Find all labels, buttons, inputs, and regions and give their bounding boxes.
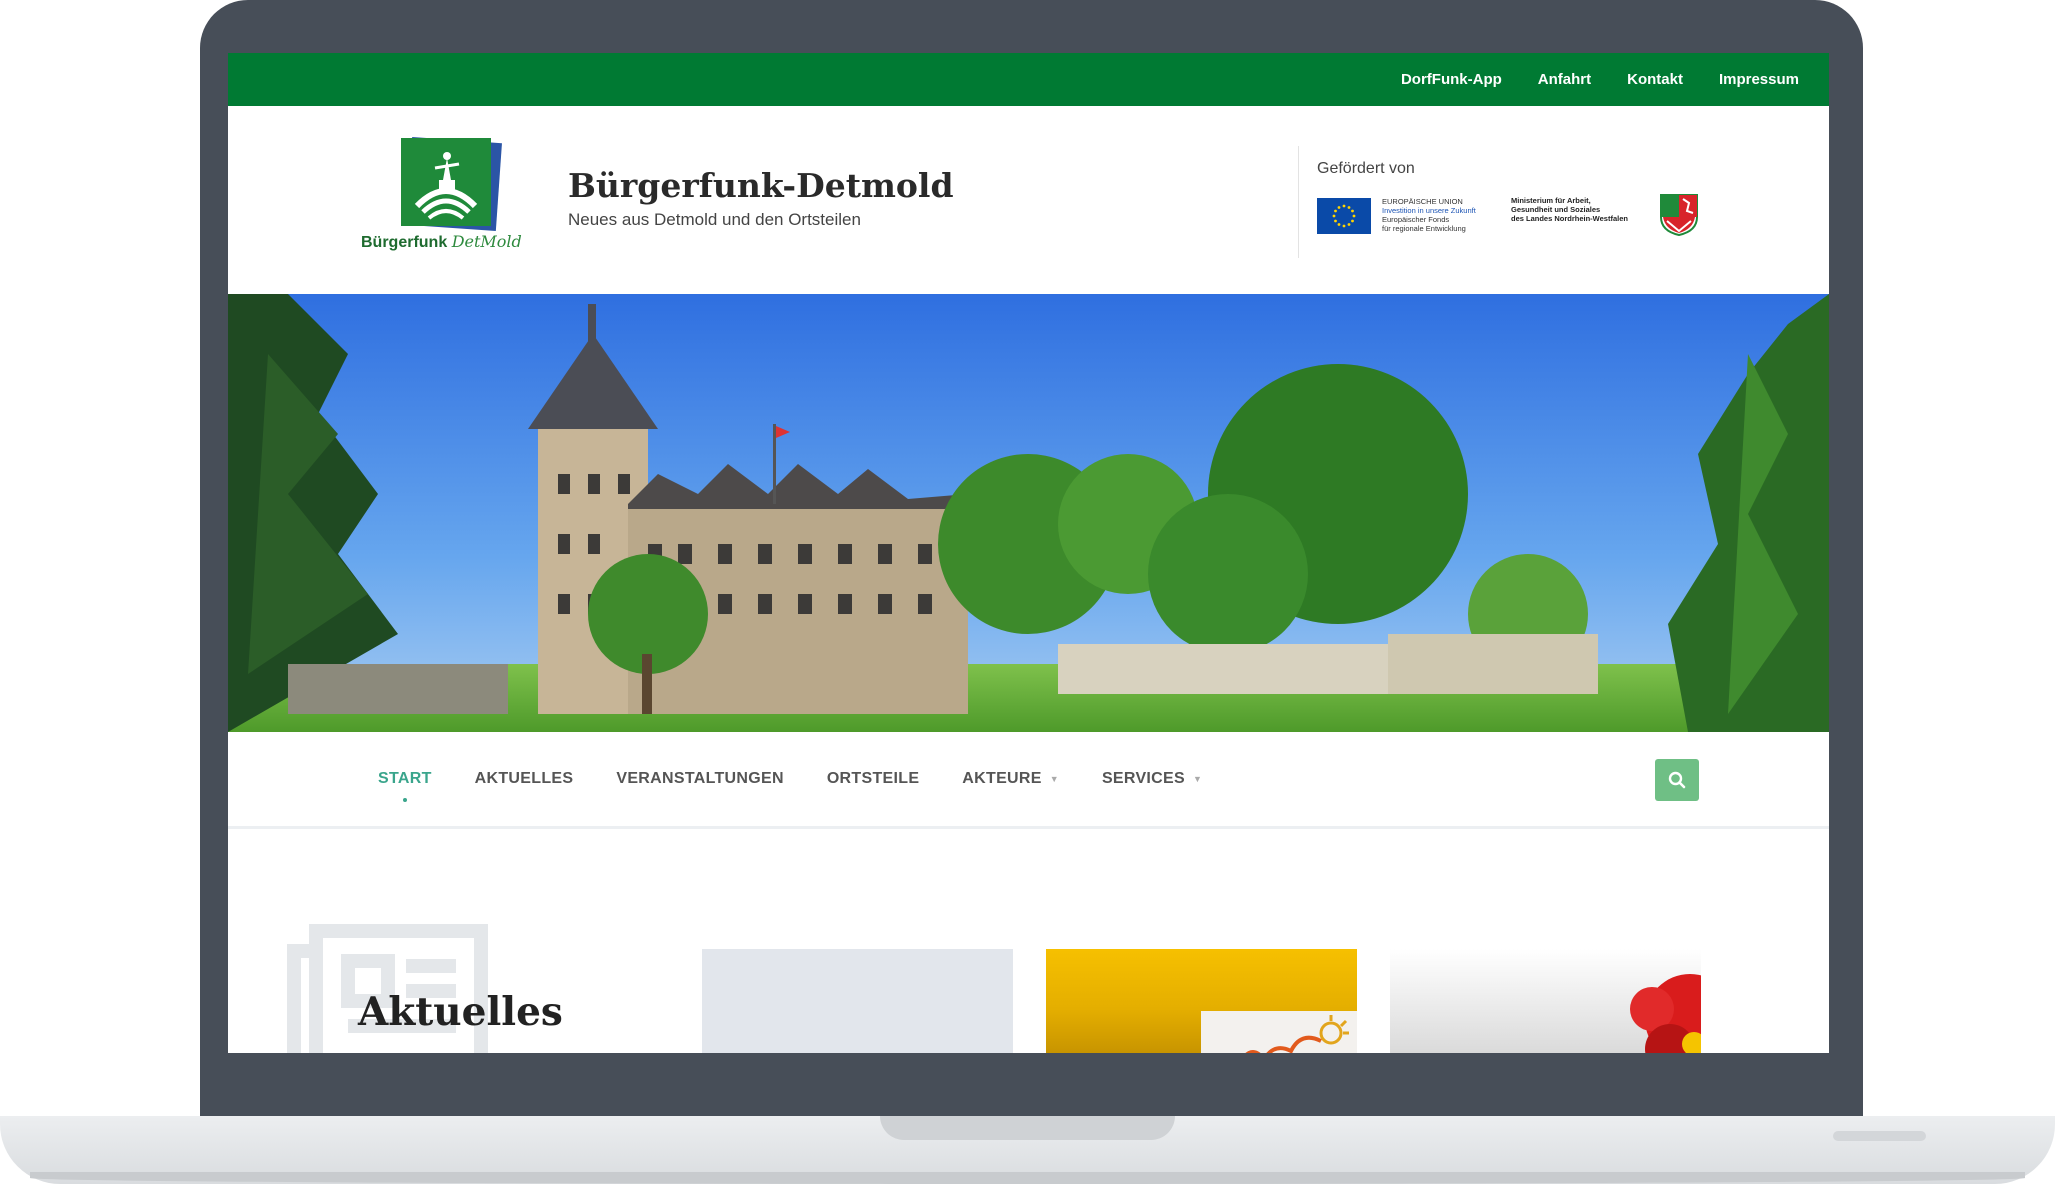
- search-icon: [1668, 771, 1686, 789]
- eu-text-line: EUROPÄISCHE UNION: [1382, 197, 1463, 206]
- nav-item-aktuelles[interactable]: AKTUELLES: [475, 770, 574, 788]
- logo-text: Bürgerfunk: [361, 234, 448, 251]
- nav-item-label: VERANSTALTUNGEN: [616, 770, 784, 787]
- top-utility-bar: DorfFunk-App Anfahrt Kontakt Impressum: [228, 53, 1829, 106]
- search-button[interactable]: [1655, 759, 1699, 801]
- site-tagline: Neues aus Detmold und den Ortsteilen: [568, 210, 861, 229]
- topbar-link-dorffunk-app[interactable]: DorfFunk-App: [1401, 71, 1502, 88]
- nrw-crest-icon: [1660, 194, 1698, 237]
- nrw-text-line: Ministerium für Arbeit,: [1511, 196, 1591, 205]
- funded-by-label: Gefördert von: [1317, 160, 1415, 177]
- eu-text-line: Europäischer Fonds: [1382, 215, 1450, 224]
- nrw-text-line: des Landes Nordrhein-Westfalen: [1511, 214, 1628, 223]
- nav-item-label: SERVICES: [1101, 770, 1185, 787]
- news-card[interactable]: [1390, 949, 1701, 1053]
- eu-text-line: Investition in unsere Zukunft: [1382, 206, 1476, 215]
- laptop-slit: [1833, 1131, 1926, 1141]
- news-section: Aktuelles: [228, 829, 1829, 1053]
- nav-item-label: ORTSTEILE: [826, 770, 920, 787]
- eu-flag-icon: [1317, 198, 1371, 234]
- nav-item-label: START: [378, 770, 432, 787]
- site-title[interactable]: Bürgerfunk-Detmold: [568, 166, 954, 205]
- hero-image-detmold-castle: [228, 294, 1829, 732]
- eu-text-line: für regionale Entwicklung: [1382, 224, 1466, 233]
- caret-down-icon: ▼: [1049, 774, 1059, 784]
- topbar-link-impressum[interactable]: Impressum: [1719, 71, 1799, 88]
- sun-drawing-icon: [1245, 1015, 1349, 1053]
- header-divider: [1298, 146, 1299, 258]
- nav-item-label: AKTUELLES: [474, 770, 574, 787]
- laptop-base-shadow: [30, 1172, 2025, 1184]
- nav-item-start[interactable]: START: [378, 770, 432, 802]
- logo-wordmark: Bürgerfunk DetMold: [361, 232, 522, 252]
- news-card[interactable]: [702, 949, 1013, 1053]
- news-card[interactable]: [1046, 949, 1357, 1053]
- nav-item-label: AKTEURE: [962, 770, 1042, 787]
- caret-down-icon: ▼: [1192, 774, 1203, 784]
- nav-item-veranstaltungen[interactable]: VERANSTALTUNGEN: [616, 770, 783, 788]
- topbar-link-anfahrt[interactable]: Anfahrt: [1538, 71, 1591, 88]
- nrw-text-line: Gesundheit und Soziales: [1511, 205, 1601, 214]
- section-title: Aktuelles: [358, 989, 563, 1035]
- main-navigation: START AKTUELLES VERANSTALTUNGEN ORTSTEIL…: [228, 732, 1829, 829]
- rose-image: [1630, 974, 1701, 1053]
- nav-item-services[interactable]: SERVICES ▼: [1102, 770, 1202, 788]
- nrw-ministry-text: Ministerium für Arbeit, Gesundheit und S…: [1511, 196, 1651, 223]
- logo-script-text: DetMold: [451, 232, 522, 251]
- eu-funding-text: EUROPÄISCHE UNION Investition in unsere …: [1382, 197, 1497, 233]
- card-image: [1201, 1011, 1357, 1053]
- nav-item-ortsteile[interactable]: ORTSTEILE: [827, 770, 919, 788]
- browser-viewport: DorfFunk-App Anfahrt Kontakt Impressum B…: [228, 53, 1829, 1053]
- nav-item-akteure[interactable]: AKTEURE ▼: [962, 770, 1059, 788]
- topbar-link-kontakt[interactable]: Kontakt: [1627, 71, 1683, 88]
- site-header: Bürgerfunk DetMold Bürgerfunk-Detmold Ne…: [228, 106, 1829, 294]
- laptop-notch: [880, 1116, 1175, 1140]
- nav-items: START AKTUELLES VERANSTALTUNGEN ORTSTEIL…: [378, 732, 1245, 826]
